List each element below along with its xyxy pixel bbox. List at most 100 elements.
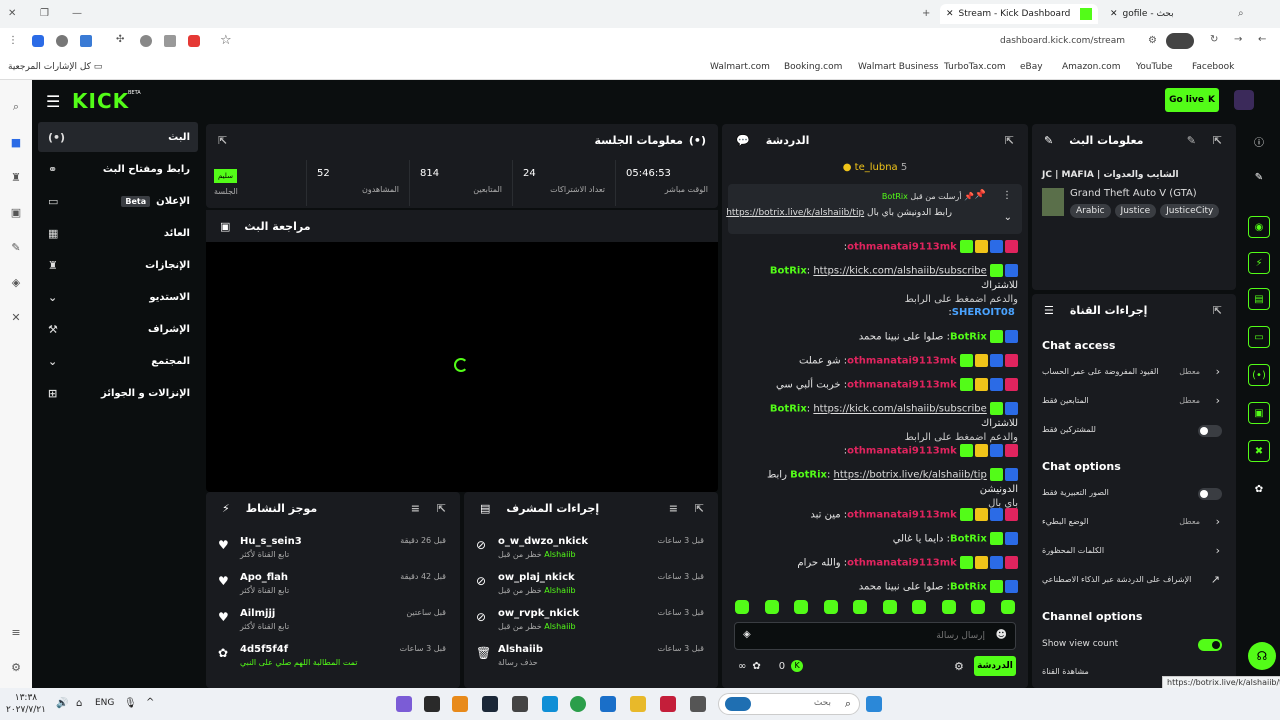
mod-by[interactable]: Alshaiib bbox=[544, 586, 575, 595]
chat-link[interactable]: https://kick.com/alshaiib/subscribe bbox=[813, 404, 986, 415]
forward-icon[interactable]: → bbox=[1234, 34, 1242, 45]
emotes-only-toggle[interactable] bbox=[1198, 488, 1222, 500]
wrench-icon[interactable]: ✖ bbox=[1248, 440, 1270, 462]
nav-stream-key[interactable]: ⚭ رابط ومفتاح البث bbox=[38, 154, 198, 184]
bolt-icon[interactable]: ⚡ bbox=[1248, 252, 1270, 274]
sliders-icon[interactable]: ≡ bbox=[9, 625, 23, 639]
window-minimize-icon[interactable]: — bbox=[72, 8, 82, 19]
app-red-icon[interactable] bbox=[660, 696, 676, 712]
obs-icon[interactable] bbox=[512, 696, 528, 712]
wallet-icon[interactable]: ▣ bbox=[9, 205, 23, 219]
new-tab-icon[interactable]: + bbox=[922, 8, 930, 19]
emote-icon[interactable] bbox=[794, 600, 809, 614]
slow-mode-row[interactable]: الوضع البطيء معطل › bbox=[1042, 512, 1226, 534]
expand-icon[interactable]: ⇱ bbox=[1005, 134, 1014, 147]
settings-icon[interactable]: ⚙ bbox=[9, 660, 23, 674]
tab-kick-dashboard[interactable]: ✕ Stream - Kick Dashboard bbox=[940, 4, 1098, 24]
mod-target[interactable]: Alshaiib bbox=[498, 644, 543, 655]
extension-pill-icon[interactable] bbox=[1166, 33, 1194, 49]
emote-icon[interactable] bbox=[912, 600, 927, 614]
chat-username[interactable]: othmanatai9113mk bbox=[847, 242, 957, 253]
menu-dots-icon[interactable]: ⋮ bbox=[8, 35, 18, 46]
game-name[interactable]: Grand Theft Auto V (GTA) bbox=[1070, 188, 1197, 199]
followers-only-row[interactable]: المتابعين فقط معطل › bbox=[1042, 391, 1226, 413]
mod-by[interactable]: Alshaiib bbox=[544, 622, 575, 631]
chat-username[interactable]: SHEROIT08 bbox=[952, 307, 1015, 318]
top-gifter-user[interactable]: te_lubna bbox=[855, 162, 898, 173]
bookmark-youtube[interactable]: YouTube bbox=[1136, 62, 1173, 72]
help-support-icon[interactable]: ☊ bbox=[1248, 642, 1276, 670]
chat-username[interactable]: BotRix bbox=[950, 582, 987, 593]
bookmark-booking[interactable]: Booking.com bbox=[784, 62, 842, 72]
language-indicator[interactable]: ENG bbox=[95, 698, 114, 708]
mod-by[interactable]: Alshaiib bbox=[544, 550, 575, 559]
emote-icon[interactable] bbox=[735, 600, 749, 614]
pin-icon[interactable]: 📌 bbox=[975, 190, 986, 200]
send-chat-button[interactable]: الدردشة bbox=[974, 656, 1016, 676]
camera-icon[interactable]: ◉ bbox=[1248, 216, 1270, 238]
emote-icon[interactable] bbox=[764, 600, 779, 614]
emoji-icon[interactable]: ☻ bbox=[996, 628, 1007, 641]
layout-icon[interactable]: ▣ bbox=[1248, 402, 1270, 424]
url-text[interactable]: dashboard.kick.com/stream bbox=[1000, 36, 1125, 46]
chat-username[interactable]: BotRix bbox=[770, 404, 807, 415]
chat-username[interactable]: BotRix bbox=[950, 332, 987, 343]
nav-studio[interactable]: ⌄الاستديو▣ bbox=[38, 282, 226, 312]
subscribers-only-toggle[interactable] bbox=[1198, 425, 1222, 437]
app-orange-icon[interactable] bbox=[452, 696, 468, 712]
close-tab-icon[interactable]: ✕ bbox=[946, 9, 954, 19]
edit-icon[interactable]: ✎ bbox=[1248, 166, 1270, 188]
show-view-count-toggle[interactable] bbox=[1198, 639, 1222, 651]
bookmark-walmart[interactable]: Walmart.com bbox=[710, 62, 770, 72]
nav-achievements[interactable]: ♜ الإنجازات bbox=[38, 250, 198, 280]
expand-icon[interactable]: ⇱ bbox=[437, 502, 446, 515]
nav-drops[interactable]: ⊞ الإنزالات و الجوائز bbox=[38, 378, 198, 408]
tag-chip[interactable]: Arabic bbox=[1070, 204, 1111, 218]
mod-target[interactable]: o_w_dwzo_nkick bbox=[498, 536, 588, 547]
reload-icon[interactable]: ↻ bbox=[1210, 34, 1218, 45]
chat-icon[interactable]: ■ bbox=[9, 135, 23, 149]
file-explorer-icon[interactable] bbox=[630, 696, 646, 712]
bookmark-star-icon[interactable]: ☆ bbox=[220, 33, 232, 48]
activity-user[interactable]: Ailmjjj bbox=[240, 608, 275, 619]
kick-logo[interactable]: KICK bbox=[72, 89, 129, 113]
pinned-user[interactable]: BotRix bbox=[882, 192, 908, 201]
activity-user[interactable]: Apo_flah bbox=[240, 572, 288, 583]
filter-icon[interactable]: ≡ bbox=[669, 502, 678, 515]
nav-stream[interactable]: (•) البث bbox=[38, 122, 198, 152]
tray-chevron-icon[interactable]: ^ bbox=[146, 697, 154, 708]
all-bookmarks-folder[interactable]: كل الإشارات المرجعية ▭ bbox=[8, 62, 102, 72]
chevron-down-icon[interactable]: ⌄ bbox=[1004, 212, 1012, 223]
window-restore-icon[interactable]: ❐ bbox=[40, 8, 49, 19]
task-view-icon[interactable] bbox=[690, 696, 706, 712]
expand-icon[interactable]: ⇱ bbox=[695, 502, 704, 515]
bookmark-facebook[interactable]: Facebook bbox=[1192, 62, 1234, 72]
chat-username[interactable]: othmanatai9113mk bbox=[847, 558, 957, 569]
chat-username[interactable]: othmanatai9113mk bbox=[847, 510, 957, 521]
tab-gofile[interactable]: ✕ gofile - بحث bbox=[1104, 4, 1204, 24]
chrome-icon[interactable] bbox=[570, 696, 586, 712]
chat-icon[interactable]: ▭ bbox=[1248, 326, 1270, 348]
nav-moderation[interactable]: ⚒ الإشراف bbox=[38, 314, 198, 344]
pinned-link[interactable]: https://botrix.live/k/alshaiib/tip bbox=[726, 208, 864, 218]
extensions-puzzle-icon[interactable]: ✣ bbox=[116, 34, 124, 45]
tab-search-icon[interactable]: ⌕ bbox=[1238, 8, 1244, 19]
hamburger-menu-icon[interactable]: ☰ bbox=[46, 92, 60, 111]
bookmark-turbotax[interactable]: TurboTax.com bbox=[944, 62, 1006, 72]
go-live-button[interactable]: Go live K bbox=[1165, 88, 1219, 112]
activity-user[interactable]: Hu_s_sein3 bbox=[240, 536, 302, 547]
chat-link[interactable]: https://botrix.live/k/alshaiib/tip bbox=[834, 470, 987, 481]
avatar[interactable] bbox=[1234, 90, 1254, 110]
tag-chip[interactable]: JusticeCity bbox=[1160, 204, 1220, 218]
nav-community[interactable]: ⌄ المجتمع bbox=[38, 346, 198, 376]
extension-person-icon[interactable] bbox=[56, 35, 68, 47]
gamepad-icon[interactable]: ◈ bbox=[9, 275, 23, 289]
chat-link[interactable]: https://kick.com/alshaiib/subscribe bbox=[813, 266, 986, 277]
chat-username[interactable]: othmanatai9113mk bbox=[847, 446, 957, 457]
nav-ads[interactable]: ▭ Beta الإعلان bbox=[38, 186, 198, 216]
steam-icon[interactable] bbox=[482, 696, 498, 712]
community-icon[interactable]: ✿ bbox=[1248, 478, 1270, 500]
bookmark-ebay[interactable]: eBay bbox=[1020, 62, 1043, 72]
clipboard-icon[interactable]: ▤ bbox=[1248, 288, 1270, 310]
edge-icon[interactable] bbox=[542, 696, 558, 712]
